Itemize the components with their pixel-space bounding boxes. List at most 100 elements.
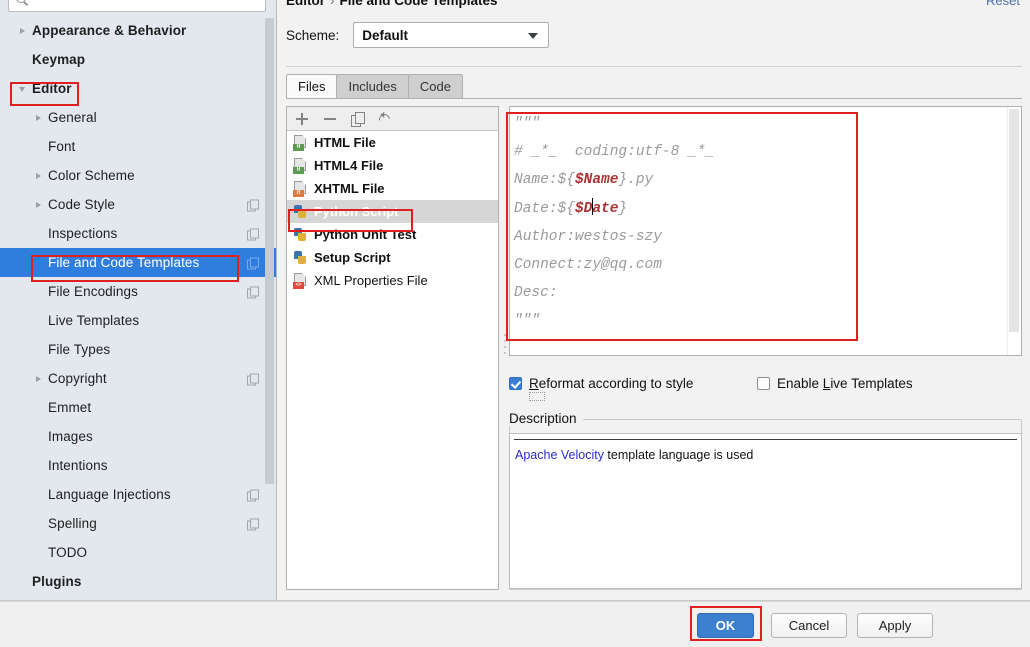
sidebar-item-plugins[interactable]: Plugins: [0, 567, 276, 596]
sidebar-item-label: Images: [48, 429, 93, 444]
template-list-item[interactable]: <> XML Properties File: [287, 269, 498, 292]
sidebar-item-code-style[interactable]: Code Style: [0, 190, 276, 219]
scheme-row: Scheme: Default: [286, 22, 550, 48]
cancel-button[interactable]: Cancel: [771, 613, 847, 638]
reformat-checkbox-row[interactable]: Reformat according to style: [509, 376, 693, 391]
sidebar-item-language-injections[interactable]: Language Injections: [0, 480, 276, 509]
search-input[interactable]: [29, 0, 265, 9]
chevron-right-icon[interactable]: [32, 372, 46, 386]
chevron-right-icon[interactable]: [32, 169, 46, 183]
template-list-item[interactable]: Python Script: [287, 200, 498, 223]
focus-indicator: [529, 392, 545, 401]
chevron-right-icon[interactable]: [16, 24, 30, 38]
tab-code[interactable]: Code: [407, 74, 463, 98]
python-file-icon: [293, 250, 308, 266]
sidebar-item-file-types[interactable]: File Types: [0, 335, 276, 364]
html4-file-icon: H: [293, 157, 308, 174]
minus-icon[interactable]: [323, 112, 337, 126]
copy-settings-icon[interactable]: [247, 489, 259, 501]
sidebar-item-intentions[interactable]: Intentions: [0, 451, 276, 480]
sidebar-item-keymap[interactable]: Keymap: [0, 45, 276, 74]
description-rest: template language is used: [603, 448, 754, 462]
apache-velocity-link[interactable]: Apache Velocity: [515, 448, 604, 462]
code-text: """: [514, 116, 541, 132]
sidebar-item-editor[interactable]: Editor: [0, 74, 276, 103]
chevron-right-icon[interactable]: [32, 198, 46, 212]
copy-settings-icon[interactable]: [247, 199, 259, 211]
template-variable: ate: [592, 200, 619, 217]
template-list-toolbar: [287, 107, 498, 131]
editor-scrollbar[interactable]: [1007, 107, 1021, 355]
sidebar-item-label: File and Code Templates: [48, 255, 200, 270]
template-tabs[interactable]: Files Includes Code: [286, 74, 463, 98]
template-list-item[interactable]: H HTML4 File: [287, 154, 498, 177]
sidebar-item-copyright[interactable]: Copyright: [0, 364, 276, 393]
template-list-item[interactable]: H XHTML File: [287, 177, 498, 200]
reformat-checkbox[interactable]: [509, 377, 522, 390]
code-line: Desc:: [514, 279, 1005, 307]
copy-settings-icon[interactable]: [247, 257, 259, 269]
sidebar-item-images[interactable]: Images: [0, 422, 276, 451]
template-list-item-label: XHTML File: [314, 181, 385, 196]
code-text: # _*_ coding:utf-8 _*_: [514, 144, 715, 161]
code-text: Name:${: [514, 172, 575, 189]
settings-search-box[interactable]: [8, 0, 266, 12]
sidebar-scrollbar-thumb[interactable]: [265, 18, 274, 484]
sidebar-item-appearance-behavior[interactable]: Appearance & Behavior: [0, 16, 276, 45]
description-text: Apache Velocity template language is use…: [515, 448, 753, 462]
sidebar-item-spelling[interactable]: Spelling: [0, 509, 276, 538]
template-list-item-label: Setup Script: [314, 250, 391, 265]
template-list-item-label: HTML File: [314, 135, 376, 150]
code-line: Name:${$Name}.py: [514, 166, 1005, 194]
settings-category-tree[interactable]: Appearance & Behavior Keymap Editor General…: [0, 16, 276, 596]
reset-link[interactable]: Reset: [986, 0, 1020, 8]
sidebar-item-label: Intentions: [48, 458, 108, 473]
template-file-list[interactable]: H HTML File H HTML4 File H XHTML File Python S…: [286, 106, 499, 590]
copy-settings-icon[interactable]: [247, 286, 259, 298]
tab-files[interactable]: Files: [286, 74, 338, 98]
description-box: Apache Velocity template language is use…: [509, 433, 1022, 589]
tab-underline: [286, 98, 1022, 99]
chevron-right-icon[interactable]: [32, 111, 46, 125]
reformat-label-rest: eformat according to style: [538, 376, 694, 391]
ok-button[interactable]: OK: [697, 613, 754, 638]
template-list-item[interactable]: Setup Script: [287, 246, 498, 269]
editor-scrollbar-thumb[interactable]: [1009, 109, 1019, 332]
live-templates-checkbox-row[interactable]: Enable Live Templates: [757, 376, 913, 391]
sidebar-item-live-templates[interactable]: Live Templates: [0, 306, 276, 335]
undo-icon[interactable]: [376, 111, 393, 127]
panel-splitter-handle[interactable]: [502, 330, 508, 366]
sidebar-item-emmet[interactable]: Emmet: [0, 393, 276, 422]
sidebar-item-label: Font: [48, 139, 76, 154]
template-code-editor[interactable]: """ # _*_ coding:utf-8 _*_ Name:${$Name}.p…: [509, 106, 1022, 356]
code-text: }: [618, 200, 628, 217]
copy-icon[interactable]: [351, 111, 365, 127]
sidebar-item-font[interactable]: Font: [0, 132, 276, 161]
copy-settings-icon[interactable]: [247, 518, 259, 530]
sidebar-item-inspections[interactable]: Inspections: [0, 219, 276, 248]
breadcrumb-root[interactable]: Editor: [286, 0, 325, 8]
template-list-item[interactable]: H HTML File: [287, 131, 498, 154]
template-list-item[interactable]: Python Unit Test: [287, 223, 498, 246]
sidebar-item-file-encodings[interactable]: File Encodings: [0, 277, 276, 306]
chevron-down-icon[interactable]: [16, 82, 30, 96]
code-text: Desc:: [514, 285, 558, 302]
scheme-dropdown[interactable]: Default: [353, 22, 550, 48]
plus-icon[interactable]: [295, 112, 309, 126]
sidebar-item-todo[interactable]: TODO: [0, 538, 276, 567]
live-templates-checkbox[interactable]: [757, 377, 770, 390]
breadcrumb-separator: ›: [330, 0, 335, 8]
tab-includes[interactable]: Includes: [336, 74, 409, 98]
code-line: Connect:zy@qq.com: [514, 251, 1005, 279]
apply-button[interactable]: Apply: [857, 613, 933, 638]
sidebar-item-color-scheme[interactable]: Color Scheme: [0, 161, 276, 190]
tab-label: Files: [298, 79, 326, 94]
sidebar-item-general[interactable]: General: [0, 103, 276, 132]
sidebar-item-file-and-code-templates[interactable]: File and Code Templates: [0, 248, 276, 277]
copy-settings-icon[interactable]: [247, 228, 259, 240]
copy-settings-icon[interactable]: [247, 373, 259, 385]
